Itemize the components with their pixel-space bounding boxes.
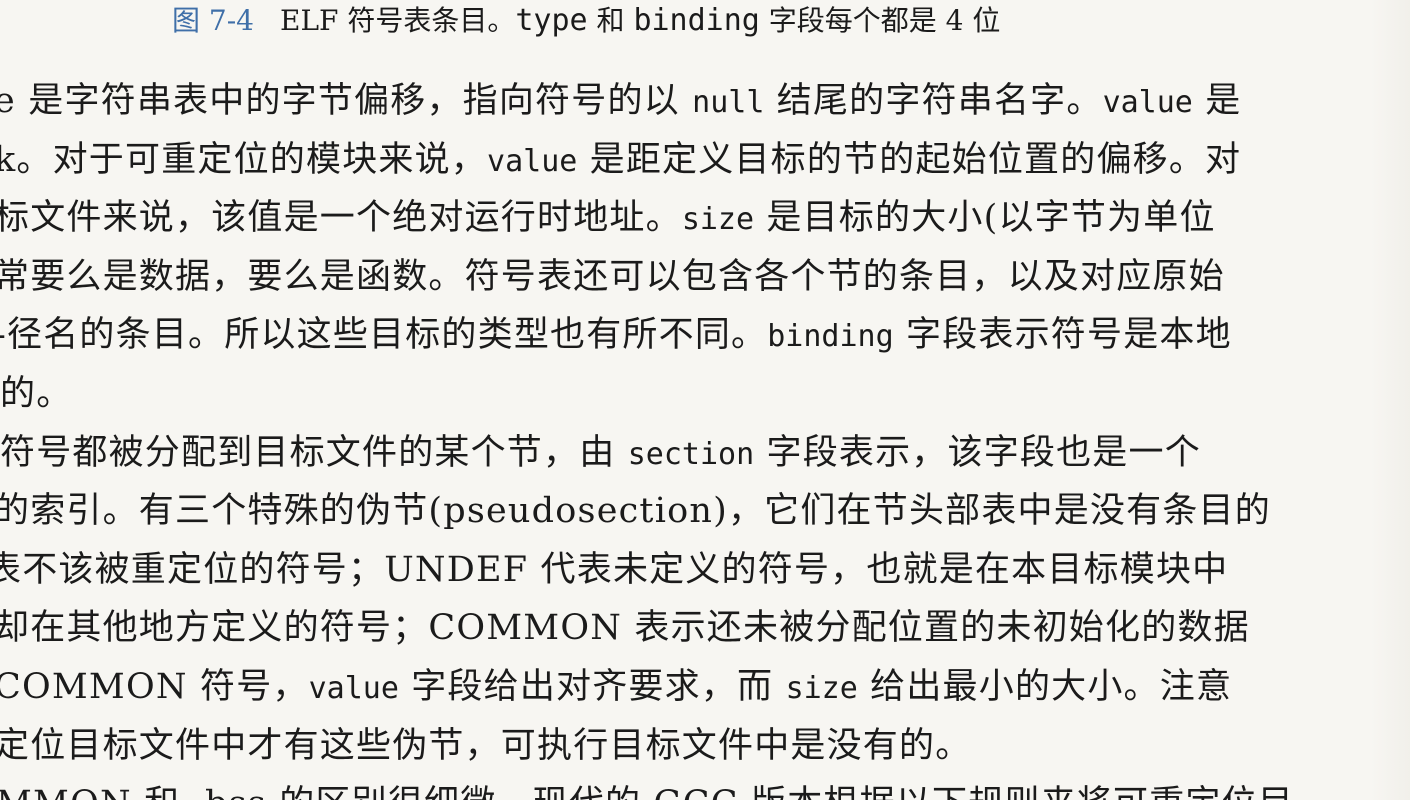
text-segment: 标文件来说，该值是一个绝对运行时地址。 bbox=[0, 198, 682, 239]
text-segment: k。对于可重定位的模块来说， bbox=[0, 139, 488, 180]
inline-code: size bbox=[785, 670, 858, 706]
text-line: e 是字符串表中的字节偏移，指向符号的以 null 结尾的字符串名字。value… bbox=[0, 78, 1404, 137]
figure-caption: 图 7-4 ELF 符号表条目。type 和 binding 字段每个都是 4 位 bbox=[172, 2, 1000, 40]
text-segment: 却在其他地方定义的符号；COMMON 表示还未被分配位置的未初始化的数据 bbox=[0, 608, 1250, 649]
text-line: 标文件来说，该值是一个绝对运行时地址。size 是目标的大小(以字节为单位 bbox=[0, 195, 1404, 254]
text-line: -径名的条目。所以这些目标的类型也有所不同。binding 字段表示符号是本地 bbox=[0, 312, 1404, 371]
inline-code: section bbox=[627, 436, 755, 472]
inline-code: value bbox=[1102, 85, 1193, 120]
text-segment: 是距定义目标的节的起始位置的偏移。对 bbox=[577, 139, 1242, 180]
text-segment: 的索引。有三个特殊的伪节(pseudosection)，它们在节头部表中是没有条… bbox=[0, 491, 1271, 532]
text-line: 符号都被分配到目标文件的某个节，由 section 字段表示，该字段也是一个 bbox=[0, 430, 1410, 489]
text-segment: 结尾的字符串名字。 bbox=[764, 81, 1103, 121]
text-line: 的索引。有三个特殊的伪节(pseudosection)，它们在节头部表中是没有条… bbox=[0, 488, 1404, 547]
figure-label: 图 7-4 bbox=[172, 4, 254, 37]
text-segment: 字段表示符号是本地 bbox=[893, 315, 1232, 356]
text-segment: 是目标的大小(以字节为单位 bbox=[754, 198, 1216, 239]
inline-code: null bbox=[692, 85, 765, 120]
inline-code: size bbox=[681, 202, 755, 238]
text-line: MMON 和 .bss 的区别很细微。现代的 GCC 版本根据以下规则来将可重定… bbox=[0, 781, 1406, 800]
text-segment: 字段给出对齐要求，而 bbox=[398, 666, 786, 707]
text-segment: 的。 bbox=[0, 373, 73, 414]
text-segment: 定位目标文件中才有这些伪节，可执行目标文件中是没有的。 bbox=[0, 725, 972, 766]
text-segment: 常要么是数据，要么是函数。符号表还可以包含各个节的条目，以及对应原始 bbox=[0, 256, 1225, 297]
text-line: 常要么是数据，要么是函数。符号表还可以包含各个节的条目，以及对应原始 bbox=[0, 254, 1404, 313]
document-page: 图 7-4 ELF 符号表条目。type 和 binding 字段每个都是 4 位… bbox=[0, 0, 1410, 800]
text-line: 定位目标文件中才有这些伪节，可执行目标文件中是没有的。 bbox=[0, 723, 1404, 782]
text-segment: 字段表示，该字段也是一个 bbox=[754, 432, 1201, 473]
text-line: k。对于可重定位的模块来说，value 是距定义目标的节的起始位置的偏移。对 bbox=[0, 137, 1404, 196]
inline-code: value bbox=[487, 143, 578, 179]
caption-code-binding: binding bbox=[633, 3, 760, 38]
text-line: 的。 bbox=[0, 371, 1410, 430]
text-segment: MMON 和 .bss 的区别很细微。现代的 GCC 版本根据以下规则来将可重定… bbox=[0, 784, 1294, 800]
text-segment: 表不该被重定位的符号；UNDEF 代表未定义的符号，也就是在本目标模块中 bbox=[0, 549, 1229, 590]
text-segment: e 是字符串表中的字节偏移，指向符号的以 bbox=[0, 81, 693, 121]
text-segment: 是 bbox=[1192, 81, 1242, 121]
text-segment: COMMON 符号， bbox=[0, 666, 309, 707]
caption-text-mid: 和 bbox=[587, 4, 634, 37]
inline-code: binding bbox=[767, 319, 894, 355]
text-segment: -径名的条目。所以这些目标的类型也有所不同。 bbox=[0, 315, 768, 356]
text-line: 却在其他地方定义的符号；COMMON 表示还未被分配位置的未初始化的数据 bbox=[0, 605, 1404, 664]
caption-text-prefix: ELF 符号表条目。 bbox=[280, 4, 516, 37]
caption-text-suffix: 字段每个都是 4 位 bbox=[759, 4, 1001, 37]
caption-code-type: type bbox=[515, 3, 588, 38]
text-segment: 符号都被分配到目标文件的某个节，由 bbox=[0, 432, 628, 473]
inline-code: value bbox=[308, 670, 399, 706]
text-line: COMMON 符号，value 字段给出对齐要求，而 size 给出最小的大小。… bbox=[0, 664, 1404, 723]
body-paragraphs: e 是字符串表中的字节偏移，指向符号的以 null 结尾的字符串名字。value… bbox=[0, 78, 1410, 800]
text-segment: 给出最小的大小。注意 bbox=[857, 666, 1233, 707]
text-line: 表不该被重定位的符号；UNDEF 代表未定义的符号，也就是在本目标模块中 bbox=[0, 547, 1396, 606]
